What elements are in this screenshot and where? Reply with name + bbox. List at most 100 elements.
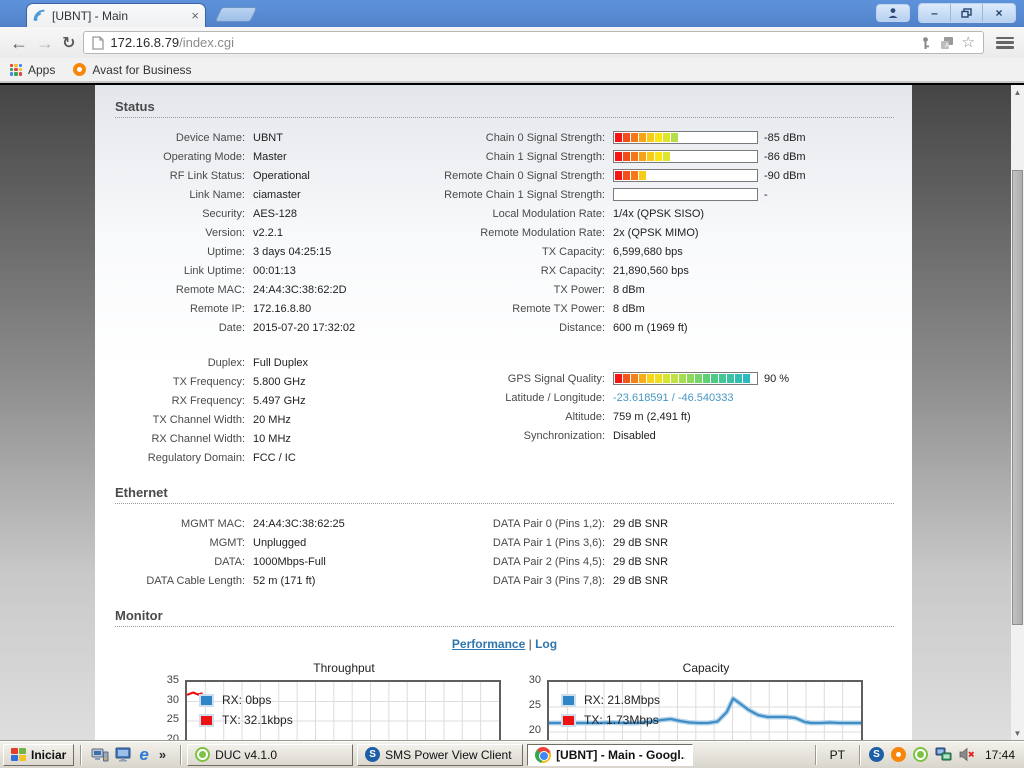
field-value: 6,599,680 bps [613, 246, 683, 258]
show-desktop-icon[interactable] [115, 747, 133, 763]
field-value: 5.497 GHz [253, 395, 306, 407]
page-icon [92, 36, 104, 50]
reload-button[interactable]: ↻ [62, 33, 75, 53]
field-value: 8 dBm [613, 303, 645, 315]
field-value: 29 dB SNR [613, 518, 668, 530]
field-label: Security: [115, 208, 245, 220]
y-tick-label: 35 [167, 674, 179, 686]
field-label: Remote Chain 1 Signal Strength: [435, 189, 605, 201]
field-row: DATA Pair 2 (Pins 4,5):29 dB SNR [435, 552, 894, 571]
field-value: 24:A4:3C:38:62:25 [253, 518, 345, 530]
tab-close-icon[interactable]: × [191, 9, 199, 22]
y-tick-label: 20 [167, 733, 179, 741]
field-label: Regulatory Domain: [115, 452, 245, 464]
tray-separator [815, 745, 816, 765]
internet-explorer-icon[interactable]: e [139, 747, 148, 763]
status-right-column: Chain 0 Signal Strength:-85 dBmChain 1 S… [435, 128, 894, 467]
field-row: GPS Signal Quality:90 % [435, 369, 894, 388]
start-button[interactable]: Iniciar [3, 744, 74, 766]
signal-bar [613, 131, 758, 144]
field-row: Chain 1 Signal Strength:-86 dBm [435, 147, 894, 166]
system-tray: PT S 17:44 [813, 745, 1021, 765]
performance-link[interactable]: Performance [452, 637, 525, 651]
quick-launch: e » [87, 747, 174, 763]
signal-bar-segment [639, 171, 646, 180]
task-button-duc[interactable]: DUC v4.1.0 [187, 744, 353, 766]
language-indicator[interactable]: PT [825, 748, 850, 762]
signal-bar-segment [743, 374, 750, 383]
tray-sms-icon[interactable]: S [869, 747, 884, 762]
translate-icon[interactable]: A [940, 36, 954, 50]
new-tab-button[interactable] [215, 7, 258, 22]
legend-label: RX: 21.8Mbps [584, 693, 660, 707]
volume-muted-icon[interactable] [959, 747, 975, 762]
field-label: DATA Pair 1 (Pins 3,6): [435, 537, 605, 549]
task-button-label: DUC v4.1.0 [215, 748, 277, 762]
chrome-menu-icon[interactable] [996, 37, 1014, 49]
legend-entry: TX: 1.73Mbps [561, 710, 660, 730]
field-value: 5.800 GHz [253, 376, 306, 388]
quick-launch-chevron[interactable]: » [155, 747, 170, 762]
field-label: Version: [115, 227, 245, 239]
field-row: MGMT MAC:24:A4:3C:38:62:25 [115, 514, 435, 533]
field-value: Full Duplex [253, 357, 308, 369]
field-label: Date: [115, 322, 245, 334]
forward-button: → [36, 34, 54, 52]
field-value: Operational [253, 170, 310, 182]
field-value: 29 dB SNR [613, 575, 668, 587]
taskbar-clock[interactable]: 17:44 [985, 748, 1015, 762]
page-scrollbar[interactable]: ▲ ▼ [1011, 85, 1024, 740]
minimize-button[interactable]: – [919, 4, 951, 22]
field-row: Remote Chain 1 Signal Strength: - [435, 185, 894, 204]
back-button[interactable]: ← [10, 34, 28, 52]
avast-bookmark[interactable]: Avast for Business [73, 63, 191, 77]
task-button-sms[interactable]: S SMS Power View Client [357, 744, 523, 766]
favicon-ubnt-icon [33, 9, 46, 22]
field-row: DATA Cable Length:52 m (171 ft) [115, 571, 435, 590]
scroll-down-arrow[interactable]: ▼ [1011, 726, 1024, 740]
field-row: Remote Chain 0 Signal Strength:-90 dBm [435, 166, 894, 185]
address-bar[interactable]: 172.16.8.79/index.cgi A ☆ [83, 31, 984, 54]
coordinates-link[interactable]: -23.618591 / -46.540333 [613, 392, 734, 404]
bar-value: - [764, 189, 768, 201]
signal-bar-segment [623, 152, 630, 161]
ethernet-right-column: DATA Pair 0 (Pins 1,2):29 dB SNRDATA Pai… [435, 514, 894, 590]
scroll-thumb[interactable] [1012, 170, 1023, 625]
bar-value: -90 dBm [764, 170, 806, 182]
key-icon[interactable] [919, 36, 932, 50]
browser-tab[interactable]: [UBNT] - Main × [26, 3, 206, 27]
log-link[interactable]: Log [535, 637, 557, 651]
bar-value: -85 dBm [764, 132, 806, 144]
apps-shortcut[interactable]: Apps [10, 63, 55, 77]
browser-toolbar: ← → ↻ 172.16.8.79/index.cgi A ☆ [0, 27, 1024, 58]
url-text[interactable]: 172.16.8.79/index.cgi [110, 35, 912, 50]
field-value: 2x (QPSK MIMO) [613, 227, 699, 239]
field-value: 24:A4:3C:38:62:2D [253, 284, 347, 296]
close-button[interactable]: × [983, 4, 1015, 22]
my-computer-icon[interactable] [91, 747, 109, 763]
legend-swatch [561, 694, 576, 707]
bookmark-star-icon[interactable]: ☆ [962, 35, 975, 50]
field-value: Master [253, 151, 287, 163]
field-row: TX Channel Width:20 MHz [115, 410, 435, 429]
legend-swatch [561, 714, 576, 727]
tray-duc-icon[interactable] [913, 747, 928, 762]
signal-bar-segment [663, 133, 670, 142]
tray-network-icon[interactable] [935, 747, 952, 762]
status-header: Status [115, 95, 894, 118]
field-row: Uptime:3 days 04:25:15 [115, 242, 435, 261]
field-row: Remote IP:172.16.8.80 [115, 299, 435, 318]
signal-bar-segment [663, 152, 670, 161]
signal-bar-segment [719, 374, 726, 383]
tray-avast-icon[interactable] [891, 747, 906, 762]
field-label: TX Power: [435, 284, 605, 296]
scroll-up-arrow[interactable]: ▲ [1011, 85, 1024, 99]
field-value: ciamaster [253, 189, 301, 201]
profile-button[interactable] [876, 4, 910, 22]
field-label: Chain 1 Signal Strength: [435, 151, 605, 163]
signal-bar-segment [615, 133, 622, 142]
field-label: Altitude: [435, 411, 605, 423]
task-button-chrome-active[interactable]: [UBNT] - Main - Googl... [527, 744, 693, 766]
restore-button[interactable] [951, 4, 983, 22]
field-label: Duplex: [115, 357, 245, 369]
